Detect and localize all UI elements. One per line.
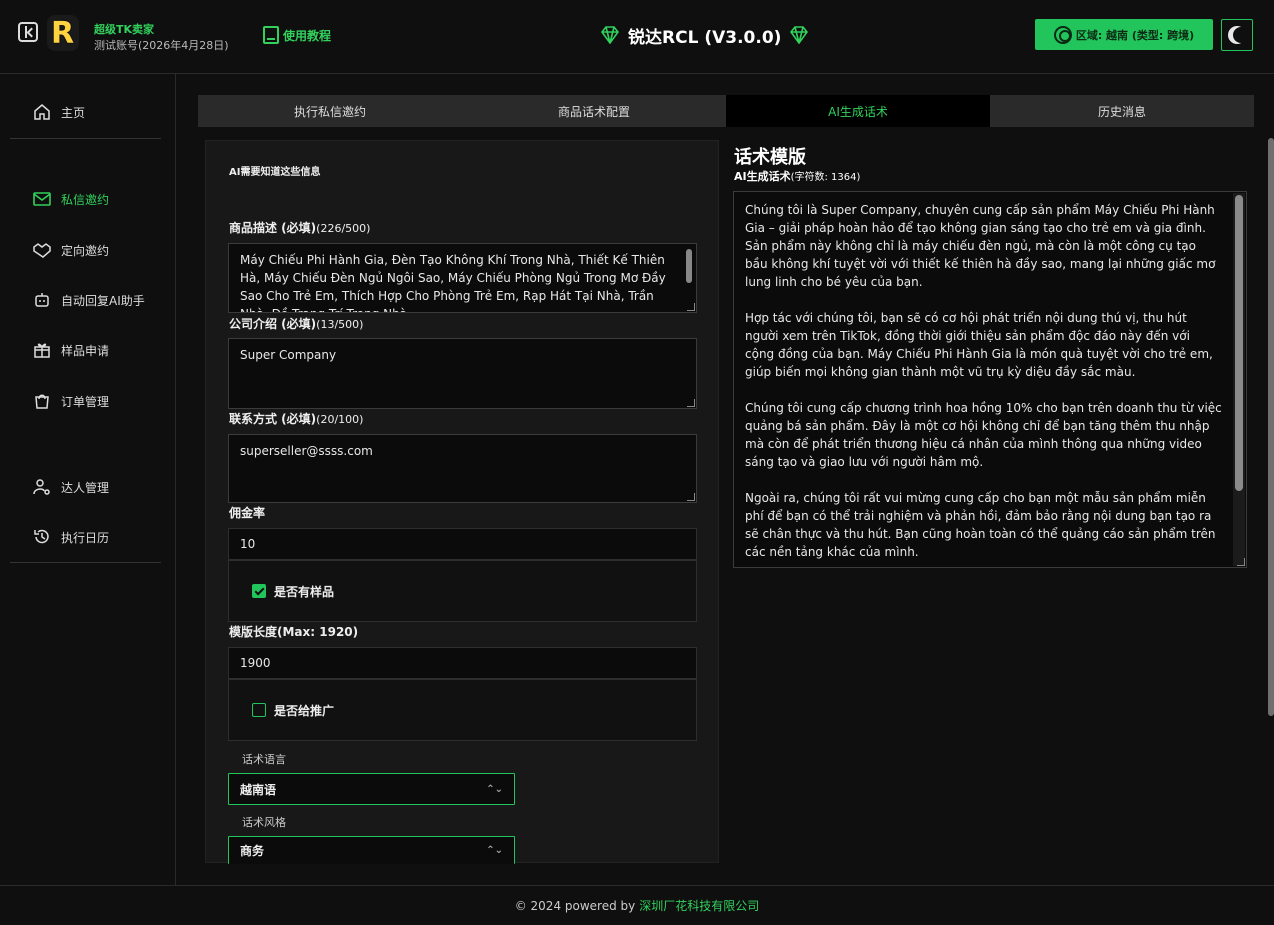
promote-label: 是否给推广 [274,703,335,718]
form-heading: AI需要知道这些信息 [229,167,321,178]
seller-name: 超级TK卖家 [94,23,155,36]
style-select[interactable]: 商务 ⌃⌄ [228,836,515,864]
sidebar-divider [10,138,161,139]
commission-label: 佣金率 [229,506,266,520]
generated-script-textarea[interactable]: Chúng tôi là Super Company, chuyên cung … [733,191,1247,568]
app-title: 锐达RCL (V3.0.0) [600,23,809,48]
product-label: 商品描述 (必填)(226/500) [229,221,371,235]
seller-account: 测试账号(2026年4月28日) [94,39,229,52]
handshake-icon [32,240,52,260]
sidebar-item-orders[interactable]: 订单管理 [32,389,109,413]
textarea-scrollbar[interactable] [686,249,692,283]
sidebar-item-label: 订单管理 [61,394,110,409]
commission-input[interactable]: 10 [228,528,697,560]
sidebar-item-creators[interactable]: 达人管理 [32,475,109,499]
tab-ai-script[interactable]: AI生成话术 [726,95,990,127]
template-title: 话术模版 [734,147,806,168]
generated-script-text: Chúng tôi là Super Company, chuyên cung … [745,203,1222,559]
tab-product-script[interactable]: 商品话术配置 [462,95,726,127]
app-title-text: 锐达RCL (V3.0.0) [628,27,782,48]
sidebar: 主页 私信邀约 定向邀约 自动回复AI助手 样品申请 订单管理 达人管理 执行日… [0,74,176,885]
diamond-icon [789,26,809,45]
template-length-input[interactable]: 1900 [228,647,697,679]
sidebar-item-label: 达人管理 [61,480,110,495]
history-icon [32,527,52,547]
promote-checkbox[interactable] [252,703,266,717]
resize-handle[interactable] [687,303,695,311]
resize-handle[interactable] [1237,558,1245,566]
company-link[interactable]: 深圳厂花科技有限公司 [639,897,759,914]
sidebar-item-dm-invite[interactable]: 私信邀约 [32,187,109,211]
sidebar-item-home[interactable]: 主页 [32,100,85,124]
sidebar-item-label: 定向邀约 [61,243,110,258]
sidebar-item-label: 私信邀约 [61,192,110,207]
product-description-text: Máy Chiếu Phi Hành Gia, Đèn Tạo Không Kh… [240,253,666,312]
ai-input-form: AI需要知道这些信息 商品描述 (必填)(226/500) Máy Chiếu … [205,140,719,864]
length-label: 模版长度(Max: 1920) [229,625,359,639]
product-description-field[interactable]: Máy Chiếu Phi Hành Gia, Đèn Tạo Không Kh… [228,243,697,313]
region-button[interactable]: 区域: 越南 (类型: 跨境) [1035,19,1213,50]
sidebar-item-label: 执行日历 [61,530,110,545]
tutorial-link[interactable]: 使用教程 [263,25,331,45]
mail-icon [32,189,52,209]
robot-icon [32,290,52,310]
app-logo: R [47,15,79,51]
tab-bar: 执行私信邀约 商品话术配置 AI生成话术 历史消息 [198,95,1254,127]
book-icon [263,26,279,44]
tab-execute-dm[interactable]: 执行私信邀约 [198,95,462,127]
sidebar-toggle-icon[interactable] [18,22,38,42]
shopping-bag-icon [32,391,52,411]
region-label: 区域: 越南 (类型: 跨境) [1075,28,1195,42]
style-label: 话术风格 [242,816,286,829]
contact-text: superseller@ssss.com [240,444,373,458]
footer-text: © 2024 powered by [514,898,636,913]
tab-history[interactable]: 历史消息 [990,95,1254,127]
globe-icon [1053,25,1072,44]
contact-field[interactable]: superseller@ssss.com [228,434,697,503]
tutorial-label: 使用教程 [283,28,332,43]
page-scrollbar[interactable] [1268,138,1274,716]
style-value: 商务 [240,844,265,858]
sidebar-item-sample-request[interactable]: 样品申请 [32,338,109,362]
promote-option[interactable]: 是否给推广 [228,679,697,741]
home-icon [32,102,52,122]
language-select[interactable]: 越南语 ⌃⌄ [228,773,515,805]
resize-handle[interactable] [687,493,695,501]
moon-icon [1233,27,1249,43]
sidebar-item-calendar[interactable]: 执行日历 [32,525,109,549]
resize-handle[interactable] [687,399,695,407]
sample-option[interactable]: 是否有样品 [228,560,697,622]
gift-icon [32,340,52,360]
company-label: 公司介绍 (必填)(13/500) [229,317,364,331]
company-intro-text: Super Company [240,348,337,362]
sidebar-item-label: 样品申请 [61,343,110,358]
sidebar-item-ai-assistant[interactable]: 自动回复AI助手 [32,288,145,312]
sample-label: 是否有样品 [274,584,335,599]
theme-toggle-button[interactable] [1221,19,1253,51]
sidebar-item-label: 主页 [61,105,86,120]
sidebar-item-label: 自动回复AI助手 [61,293,145,308]
footer: © 2024 powered by 深圳厂花科技有限公司 [0,885,1274,925]
chevron-updown-icon: ⌃⌄ [486,845,503,856]
sample-checkbox[interactable] [252,584,266,598]
contact-label: 联系方式 (必填)(20/100) [229,412,364,426]
sidebar-item-targeted-invite[interactable]: 定向邀约 [32,238,109,262]
sidebar-divider [10,562,161,563]
company-intro-field[interactable]: Super Company [228,338,697,409]
language-value: 越南语 [240,782,277,797]
top-bar: R 超级TK卖家 测试账号(2026年4月28日) 使用教程 锐达RCL (V3… [0,0,1274,74]
language-label: 话术语言 [242,753,286,766]
diamond-icon [600,26,620,45]
chevron-updown-icon: ⌃⌄ [486,783,503,795]
template-subtitle: AI生成话术(字符数: 1364) [734,170,861,183]
textarea-scrollbar[interactable] [1235,195,1243,491]
user-gear-icon [32,477,52,497]
